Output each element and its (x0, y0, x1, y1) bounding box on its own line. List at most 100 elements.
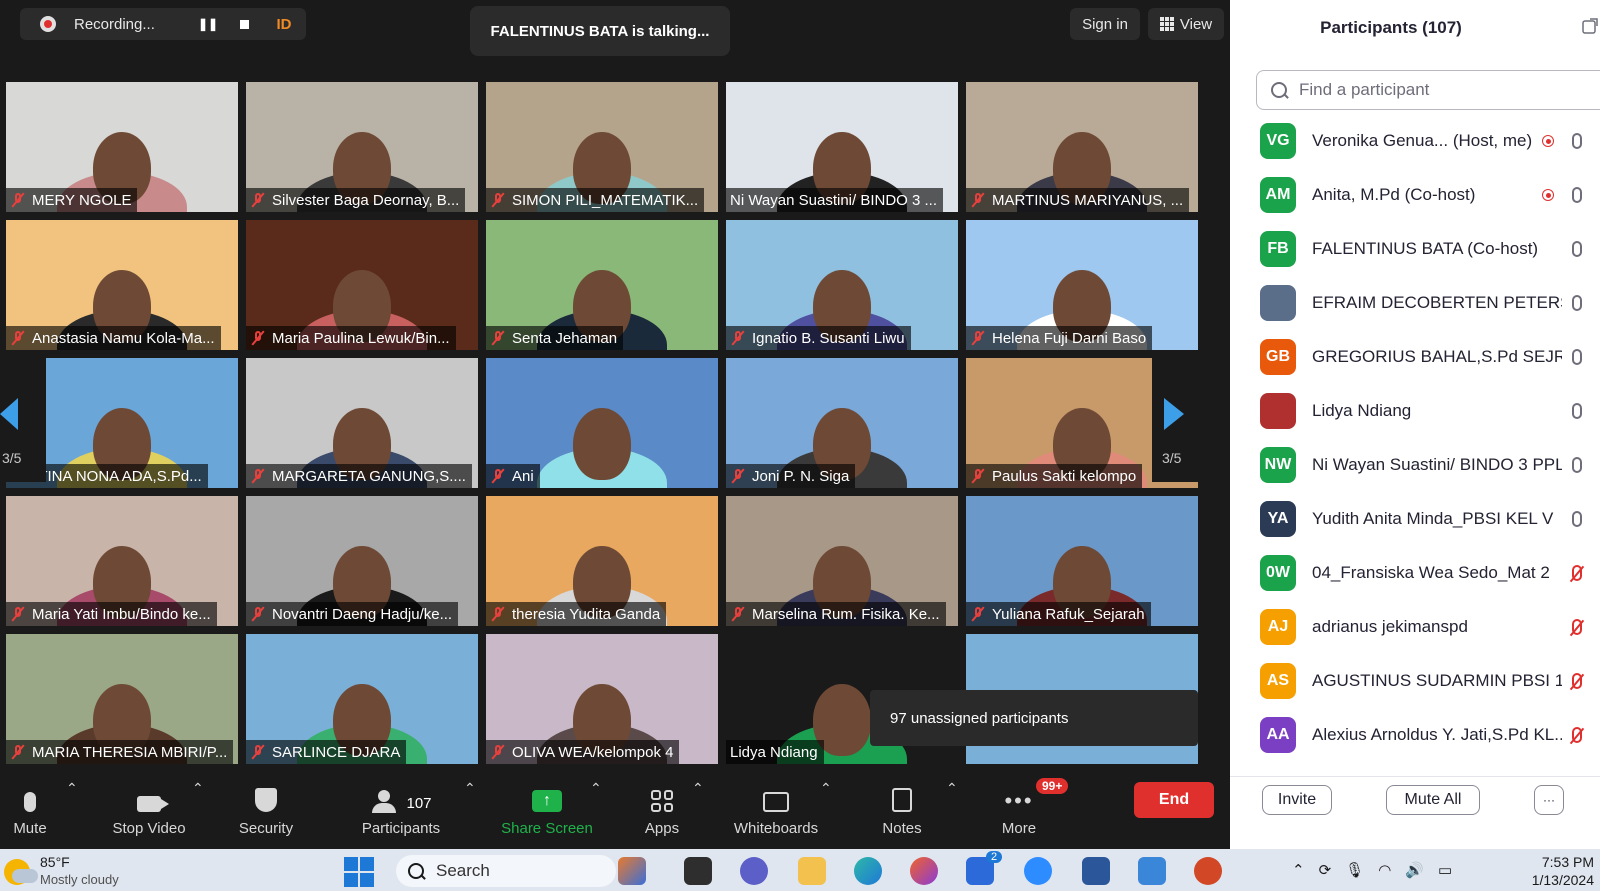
video-tile[interactable]: Joni P. N. Siga (726, 358, 958, 488)
next-page-button[interactable]: 3/5 (1152, 356, 1198, 482)
word-app-icon[interactable] (1082, 857, 1110, 885)
video-tile[interactable]: Anastasia Namu Kola-Ma... (6, 220, 238, 350)
participant-row[interactable]: 0W 04_Fransiska Wea Sedo_Mat 2 (1230, 546, 1600, 600)
video-tile[interactable]: OLIVA WEA/kelompok 4 (486, 634, 718, 764)
microphone-tray-icon[interactable]: 🎙 (1345, 861, 1364, 879)
video-tile[interactable]: MARGARETA GANUNG,S.... (246, 358, 478, 488)
previous-page-button[interactable]: 3/5 (0, 356, 46, 482)
popout-icon[interactable] (1582, 18, 1598, 34)
stop-recording-icon[interactable] (234, 14, 254, 34)
whiteboards-label: Whiteboards (733, 820, 819, 837)
video-tile[interactable]: Ignatio B. Susanti Liwu (726, 220, 958, 350)
mic-muted-icon[interactable] (1572, 565, 1582, 581)
mic-muted-icon[interactable] (1572, 619, 1582, 635)
microphone-icon[interactable] (1572, 295, 1582, 311)
view-button[interactable]: View (1148, 8, 1224, 40)
video-tile[interactable]: Marselina Rum. Fisika. Ke... (726, 496, 958, 626)
video-tile[interactable]: Maria Yati Imbu/Bindo ke... (6, 496, 238, 626)
share-options-caret[interactable]: ⌃ (590, 780, 602, 797)
search-input[interactable] (1297, 79, 1600, 101)
microphone-icon[interactable] (1572, 457, 1582, 473)
zoom-app-icon[interactable] (1024, 857, 1052, 885)
participants-button[interactable]: 107 Participants (356, 776, 446, 849)
page-indicator-right: 3/5 (1162, 450, 1182, 466)
participant-row[interactable]: YA Yudith Anita Minda_PBSI KEL V (1230, 492, 1600, 546)
show-hidden-icons-icon[interactable]: ⌃ (1292, 861, 1305, 879)
video-tile[interactable]: Yuliana Rafuk_Sejarah (966, 496, 1198, 626)
wifi-icon[interactable]: ◠ (1378, 861, 1391, 879)
participants-options-caret[interactable]: ⌃ (464, 780, 476, 797)
meeting-id-button[interactable]: ID (262, 8, 306, 40)
video-tile[interactable]: Ni Wayan Suastini/ BINDO 3 ... (726, 82, 958, 212)
chat-app-icon[interactable] (740, 857, 768, 885)
microphone-icon[interactable] (1572, 133, 1582, 149)
file-explorer-icon[interactable] (798, 857, 826, 885)
video-tile[interactable]: SARLINCE DJARA (246, 634, 478, 764)
pause-recording-icon[interactable]: ❚❚ (198, 14, 218, 34)
participant-row[interactable]: AJ adrianus jekimanspd (1230, 600, 1600, 654)
apps-options-caret[interactable]: ⌃ (692, 780, 704, 797)
video-tile[interactable]: MARIA THERESIA MBIRI/P... (6, 634, 238, 764)
video-tile[interactable]: Ani (486, 358, 718, 488)
share-screen-button[interactable]: ↑ Share Screen (500, 776, 594, 849)
participant-row[interactable]: EFRAIM DECOBERTEN PETERS k... (1230, 276, 1600, 330)
video-tile[interactable]: Helena Fuji Darni Baso (966, 220, 1198, 350)
whiteboard-options-caret[interactable]: ⌃ (820, 780, 832, 797)
mute-button[interactable]: Mute (8, 776, 52, 849)
notes-options-caret[interactable]: ⌃ (946, 780, 958, 797)
participant-row[interactable]: FB FALENTINUS BATA (Co-host) (1230, 222, 1600, 276)
participant-name: MERY NGOLE (32, 191, 132, 209)
mic-muted-icon[interactable] (1572, 673, 1582, 689)
firefox-icon[interactable] (910, 857, 938, 885)
microphone-icon[interactable] (1572, 241, 1582, 257)
microphone-icon[interactable] (1572, 187, 1582, 203)
audio-options-caret[interactable]: ⌃ (66, 780, 78, 797)
participant-row[interactable]: AM Anita, M.Pd (Co-host) (1230, 168, 1600, 222)
more-options-button[interactable]: ··· (1534, 785, 1564, 815)
notes-button[interactable]: Notes (878, 776, 926, 849)
participant-row[interactable]: GB GREGORIUS BAHAL,S.Pd SEJRH... (1230, 330, 1600, 384)
clock[interactable]: 7:53 PM 1/13/2024 (1518, 853, 1594, 889)
security-button[interactable]: Security (236, 776, 296, 849)
start-button[interactable] (344, 857, 374, 887)
edge-browser-icon[interactable] (854, 857, 882, 885)
invite-button[interactable]: Invite (1262, 785, 1332, 815)
participant-row[interactable]: VG Veronika Genua... (Host, me) (1230, 114, 1600, 168)
video-options-caret[interactable]: ⌃ (192, 780, 204, 797)
participant-search[interactable] (1256, 70, 1600, 110)
video-tile[interactable]: Silvester Baga Deornay, B... (246, 82, 478, 212)
participant-name-tag: theresia Yudita Ganda (486, 602, 667, 626)
video-tile[interactable]: MARTINUS MARIYANUS, ... (966, 82, 1198, 212)
weather-widget[interactable]: 85°F Mostly cloudy (4, 853, 119, 889)
photos-app-icon[interactable] (1138, 857, 1166, 885)
participant-head (573, 408, 631, 480)
microphone-icon[interactable] (1572, 403, 1582, 419)
widgets-app-icon[interactable] (618, 857, 646, 885)
video-tile[interactable]: Maria Paulina Lewuk/Bin... (246, 220, 478, 350)
participant-row[interactable]: Lidya Ndiang (1230, 384, 1600, 438)
video-tile[interactable]: Novantri Daeng Hadju/ke... (246, 496, 478, 626)
video-tile[interactable]: theresia Yudita Ganda (486, 496, 718, 626)
sync-icon[interactable]: ⟳ (1319, 861, 1332, 879)
whiteboards-button[interactable]: Whiteboards (728, 776, 824, 849)
microphone-icon[interactable] (1572, 349, 1582, 365)
mic-muted-icon[interactable] (1572, 727, 1582, 743)
mute-all-button[interactable]: Mute All (1386, 785, 1480, 815)
video-tile[interactable]: Senta Jehaman (486, 220, 718, 350)
apps-button[interactable]: Apps (640, 776, 684, 849)
stop-video-button[interactable]: Stop Video (108, 776, 190, 849)
video-tile[interactable]: MERY NGOLE (6, 82, 238, 212)
taskbar-search[interactable]: Search (396, 855, 616, 887)
participant-row[interactable]: AA Alexius Arnoldus Y. Jati,S.Pd KL... (1230, 708, 1600, 762)
powerpoint-app-icon[interactable] (1194, 857, 1222, 885)
sign-in-button[interactable]: Sign in (1070, 8, 1140, 40)
microphone-icon[interactable] (1572, 511, 1582, 527)
battery-icon[interactable]: ▭ (1438, 861, 1452, 879)
participant-row[interactable]: AS AGUSTINUS SUDARMIN PBSI 1 (1230, 654, 1600, 708)
participant-list-name: Alexius Arnoldus Y. Jati,S.Pd KL... (1312, 725, 1562, 744)
task-view-icon[interactable] (684, 857, 712, 885)
volume-icon[interactable]: 🔊 (1405, 861, 1424, 879)
end-meeting-button[interactable]: End (1134, 782, 1214, 818)
video-tile[interactable]: SIMON PILI_MATEMATIK... (486, 82, 718, 212)
participant-row[interactable]: NW Ni Wayan Suastini/ BINDO 3 PPL (1230, 438, 1600, 492)
